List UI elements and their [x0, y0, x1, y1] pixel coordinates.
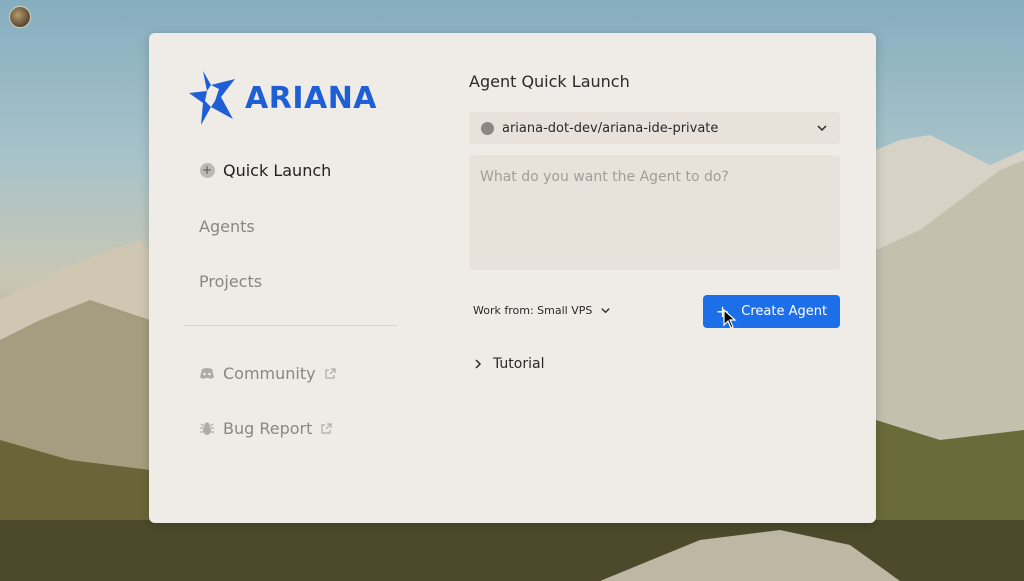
chevron-down-icon [601, 308, 610, 314]
external-link-icon [325, 367, 336, 379]
ariana-star-icon [189, 71, 235, 125]
sidebar-item-agents[interactable]: Agents [199, 217, 255, 236]
repository-select-value: ariana-dot-dev/ariana-ide-private [502, 120, 719, 136]
page-title: Agent Quick Launch [469, 72, 630, 91]
sidebar-item-bug-report[interactable]: Bug Report [199, 419, 333, 438]
sidebar-divider [184, 325, 397, 326]
external-link-icon [321, 422, 333, 434]
sidebar-item-community[interactable]: Community [199, 364, 336, 383]
user-avatar[interactable] [9, 6, 31, 28]
sidebar-item-quick-launch[interactable]: + Quick Launch [199, 161, 331, 180]
chevron-down-icon [817, 125, 827, 132]
tutorial-label: Tutorial [493, 356, 545, 372]
sidebar-item-label: Community [223, 364, 316, 383]
work-from-select[interactable]: Work from: Small VPS [473, 304, 611, 317]
ariana-logo: ARIANA [189, 71, 377, 125]
agent-prompt-input[interactable] [469, 155, 840, 270]
chevron-right-icon [475, 359, 482, 369]
brand-name: ARIANA [245, 80, 378, 116]
repository-select[interactable]: ariana-dot-dev/ariana-ide-private [469, 112, 840, 144]
discord-icon [199, 366, 215, 382]
create-agent-label: Create Agent [741, 304, 828, 319]
sidebar-item-label: Projects [199, 272, 263, 291]
bug-icon [199, 421, 215, 437]
sidebar-item-label: Quick Launch [223, 161, 332, 180]
tutorial-toggle[interactable]: Tutorial [473, 356, 544, 372]
sidebar-item-label: Agents [199, 217, 255, 236]
plus-circle-icon: + [199, 163, 215, 179]
quick-launch-panel: ARIANA + Quick Launch Agents Projects Co… [149, 33, 876, 523]
work-from-label: Work from: Small VPS [473, 304, 593, 317]
sidebar-item-label: Bug Report [223, 419, 313, 438]
sidebar-item-projects[interactable]: Projects [199, 272, 262, 291]
mouse-pointer-icon [723, 309, 737, 329]
github-icon [481, 121, 494, 135]
